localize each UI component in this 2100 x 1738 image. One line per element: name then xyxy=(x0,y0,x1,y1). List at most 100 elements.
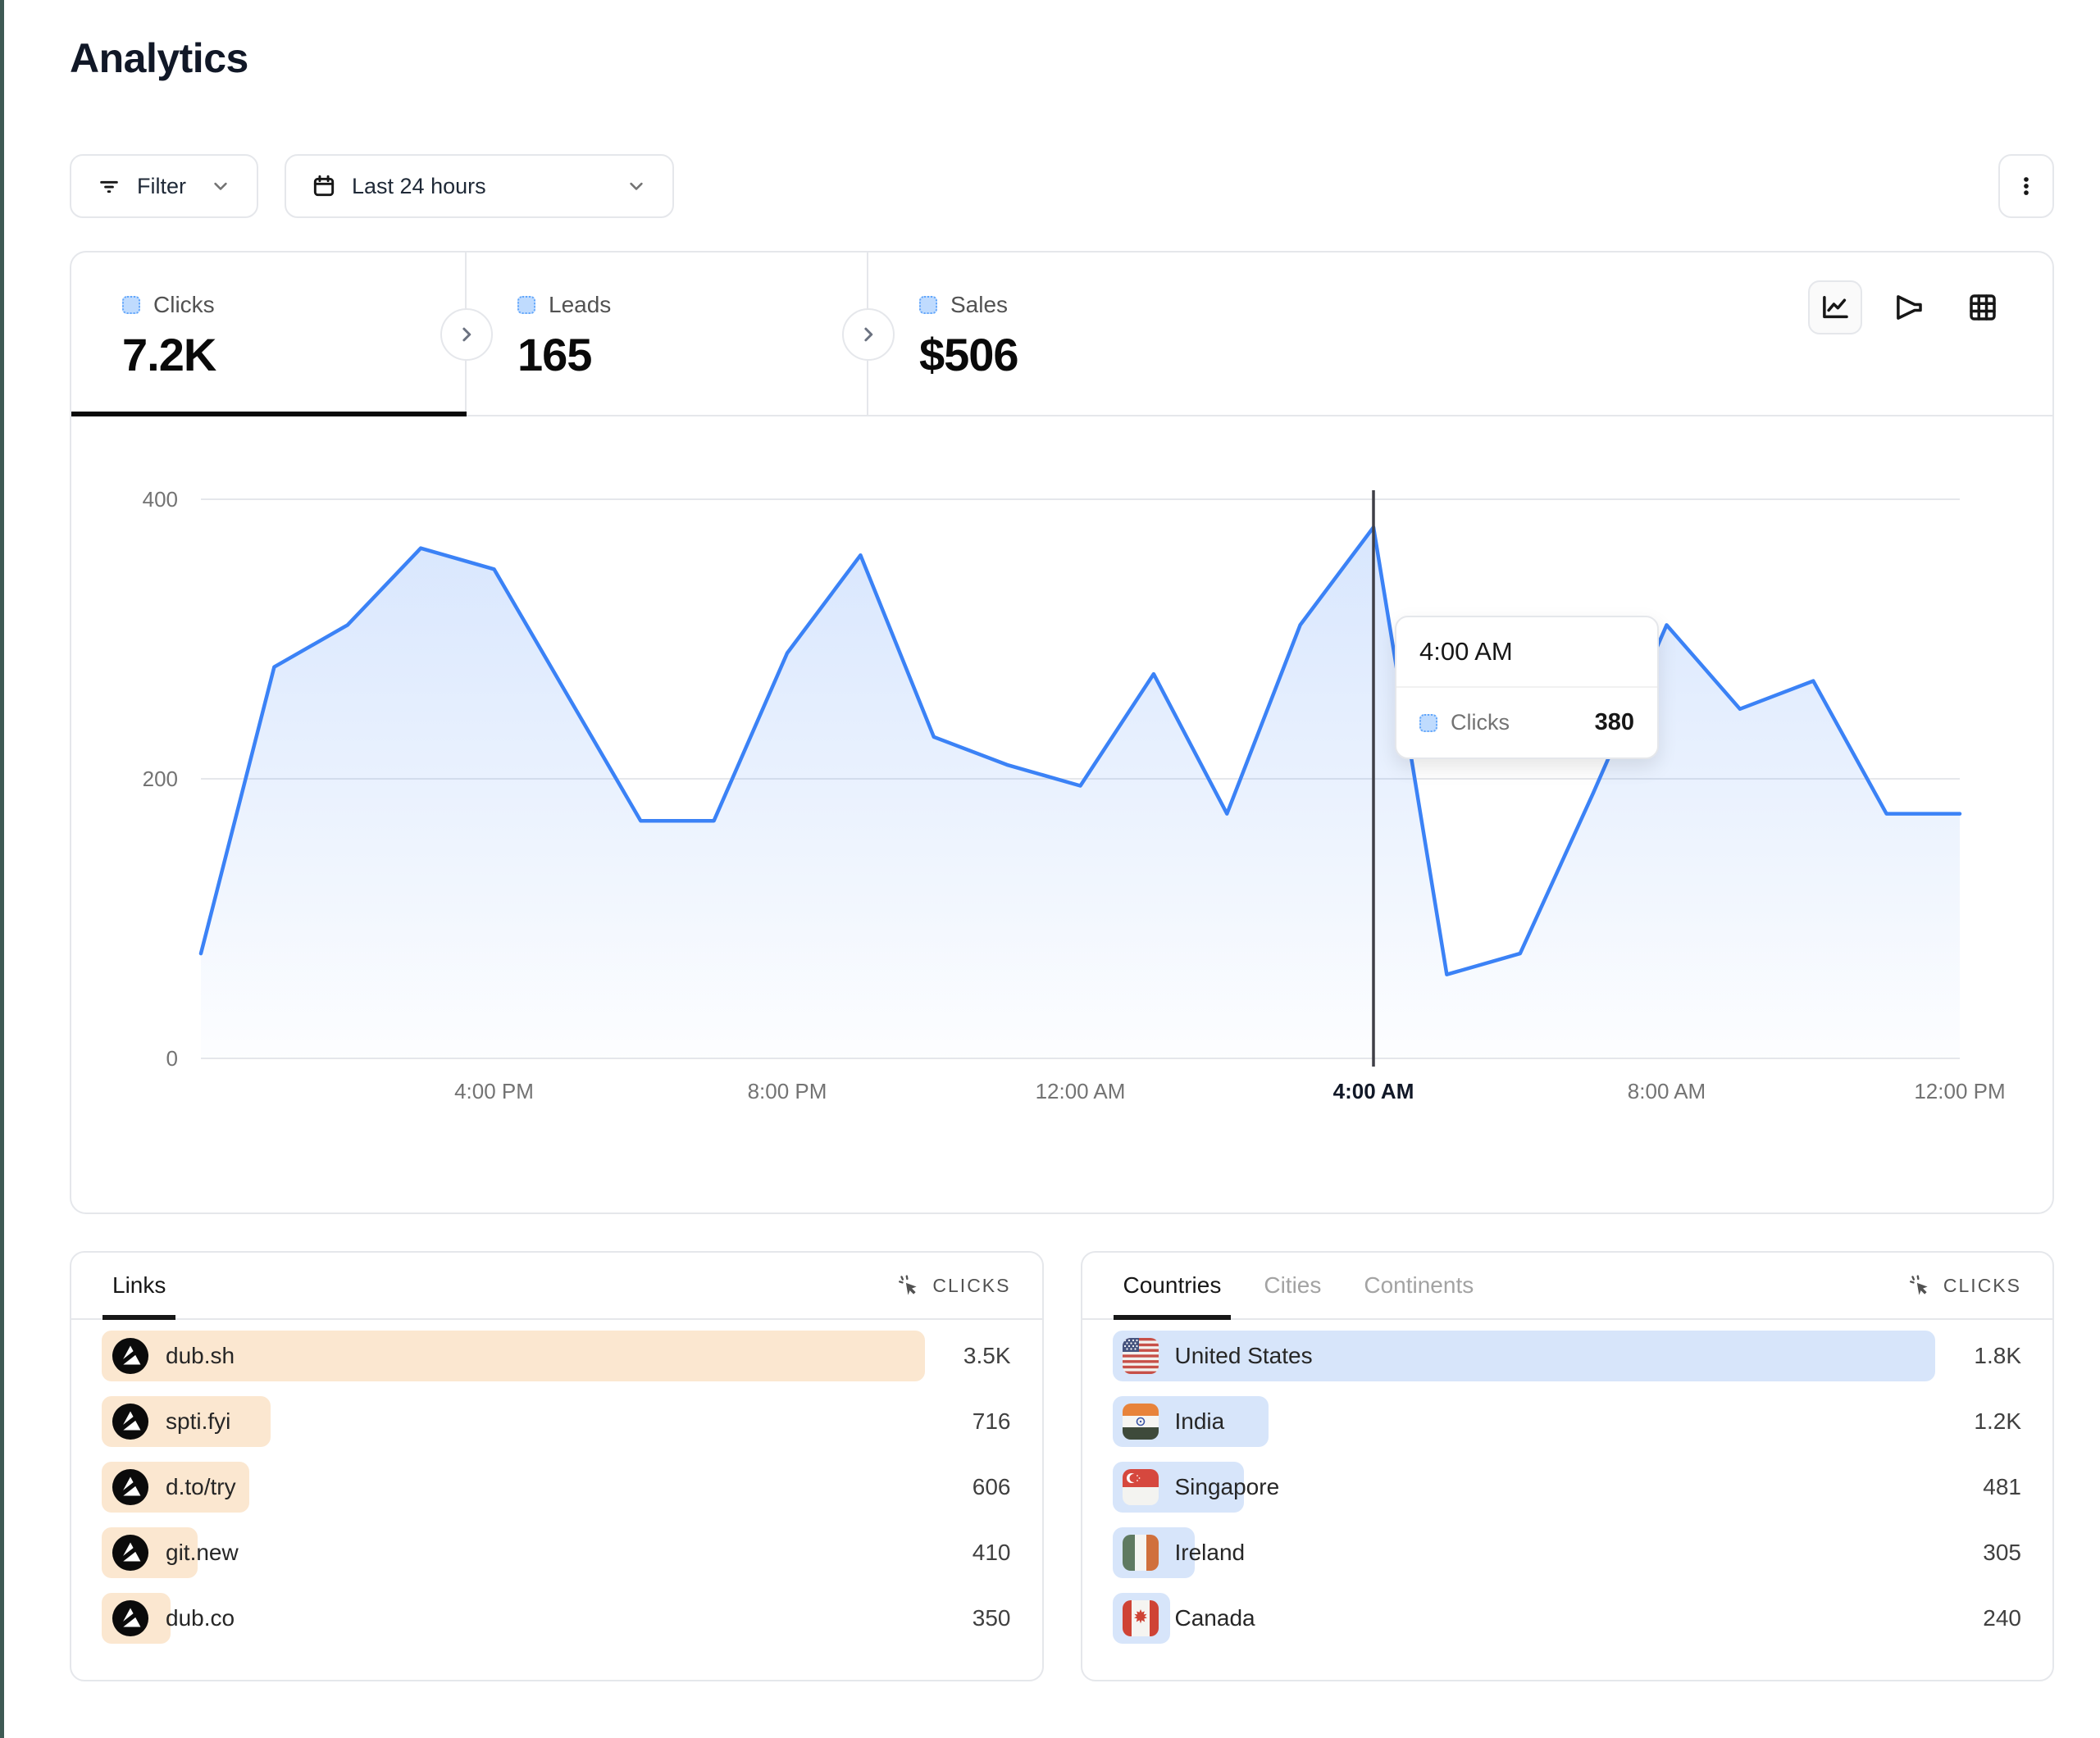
links-metric-header[interactable]: CLICKS xyxy=(896,1253,1010,1318)
country-row[interactable]: United States 1.8K xyxy=(1113,1331,2022,1381)
country-clicks-value: 481 xyxy=(1983,1474,2021,1500)
date-range-label: Last 24 hours xyxy=(352,174,486,199)
stat-legend-swatch xyxy=(122,296,140,314)
stat-legend-swatch xyxy=(919,296,937,314)
chart-tooltip: 4:00 AM Clicks 380 xyxy=(1395,616,1659,759)
link-clicks-value: 3.5K xyxy=(963,1343,1011,1369)
stat-label-text: Clicks xyxy=(153,292,215,318)
line-chart-view-button[interactable] xyxy=(1808,280,1862,334)
link-label: spti.fyi xyxy=(166,1408,230,1435)
cursor-click-icon xyxy=(1907,1273,1932,1298)
link-row[interactable]: dub.sh 3.5K xyxy=(102,1331,1011,1381)
chevron-down-icon xyxy=(625,175,648,198)
links-panel-header: Links CLICKS xyxy=(71,1253,1042,1320)
in-flag-icon xyxy=(1123,1404,1159,1440)
breakdown-panels: Links CLICKS dub.sh 3.5K spti.fyi716 d.to/t… xyxy=(70,1251,2054,1681)
us-flag-icon xyxy=(1123,1338,1159,1374)
link-row[interactable]: spti.fyi716 xyxy=(102,1396,1011,1447)
area-fill xyxy=(201,527,1960,1058)
country-row-content: Ireland xyxy=(1123,1527,1246,1578)
stat-label-text: Leads xyxy=(549,292,611,318)
link-label: git.new xyxy=(166,1540,239,1566)
dub-logo-icon xyxy=(112,1337,149,1375)
dub-logo-icon xyxy=(112,1468,149,1506)
stat-value: 7.2K xyxy=(122,328,465,381)
tab-links[interactable]: Links xyxy=(112,1253,166,1318)
country-label: Singapore xyxy=(1175,1474,1280,1500)
country-row-content: India xyxy=(1123,1396,1225,1447)
country-label: Ireland xyxy=(1175,1540,1246,1566)
tab-countries[interactable]: Countries xyxy=(1123,1253,1222,1318)
countries-rows: United States 1.8K India 1.2K Singapore 481 Ir… xyxy=(1082,1320,2053,1644)
toolbar: Filter Last 24 hours xyxy=(70,154,2054,218)
stat-tab-clicks[interactable]: Clicks 7.2K xyxy=(71,253,467,415)
clicks-legend-swatch xyxy=(1419,714,1437,732)
analytics-page: Analytics Filter Last 24 hours xyxy=(70,0,2054,1681)
date-range-button[interactable]: Last 24 hours xyxy=(285,154,674,218)
filter-button-label: Filter xyxy=(137,174,186,199)
country-label: United States xyxy=(1175,1343,1313,1369)
kebab-menu-icon xyxy=(2012,172,2040,200)
tooltip-value: 380 xyxy=(1595,709,1634,736)
dub-logo-icon xyxy=(112,1599,149,1637)
x-axis-tick: 4:00 PM xyxy=(454,1079,534,1103)
countries-panel-header: Countries Cities Continents CLICKS xyxy=(1082,1253,2053,1320)
ca-flag-icon xyxy=(1123,1600,1159,1636)
links-metric-label: CLICKS xyxy=(932,1275,1010,1297)
chevron-down-icon xyxy=(209,175,232,198)
x-axis-tick: 12:00 PM xyxy=(1914,1079,2005,1103)
tab-continents[interactable]: Continents xyxy=(1364,1253,1474,1318)
x-axis-tick: 8:00 PM xyxy=(748,1079,827,1103)
link-clicks-value: 606 xyxy=(973,1474,1011,1500)
funnel-view-button[interactable] xyxy=(1882,280,1936,334)
countries-panel: Countries Cities Continents CLICKS United … xyxy=(1081,1251,2055,1681)
link-row[interactable]: dub.co350 xyxy=(102,1593,1011,1644)
chart-view-switcher xyxy=(1808,280,2010,334)
country-row[interactable]: India 1.2K xyxy=(1113,1396,2022,1447)
y-axis-tick: 400 xyxy=(143,487,178,512)
filter-button[interactable]: Filter xyxy=(70,154,258,218)
country-clicks-value: 1.8K xyxy=(1974,1343,2021,1369)
clicks-area-chart[interactable]: 02004004:00 PM8:00 PM12:00 AM4:00 AM8:00… xyxy=(71,416,2052,1211)
y-axis-tick: 200 xyxy=(143,767,178,791)
ie-flag-icon xyxy=(1123,1535,1159,1571)
table-view-button[interactable] xyxy=(1956,280,2010,334)
analytics-chart-card: Clicks 7.2K Leads 165 Sales $506 0 200 400 4:00 … xyxy=(70,251,2054,1214)
filter-icon xyxy=(96,173,122,199)
country-row[interactable]: Canada 240 xyxy=(1113,1593,2022,1644)
country-row[interactable]: Ireland 305 xyxy=(1113,1527,2022,1578)
more-options-button[interactable] xyxy=(1998,154,2054,218)
countries-metric-label: CLICKS xyxy=(1943,1275,2021,1297)
link-clicks-value: 410 xyxy=(973,1540,1011,1566)
link-label: dub.sh xyxy=(166,1343,235,1369)
country-clicks-value: 305 xyxy=(1983,1540,2021,1566)
stats-next-button[interactable] xyxy=(440,308,493,361)
link-row-content: git.new xyxy=(112,1527,239,1578)
y-axis-tick: 0 xyxy=(166,1046,178,1071)
stat-legend-swatch xyxy=(517,296,535,314)
stat-tab-leads[interactable]: Leads 165 xyxy=(467,253,868,415)
left-accent-border xyxy=(0,0,4,1738)
countries-metric-header[interactable]: CLICKS xyxy=(1907,1253,2021,1318)
sg-flag-icon xyxy=(1123,1469,1159,1505)
country-row[interactable]: Singapore 481 xyxy=(1113,1462,2022,1513)
stat-value: 165 xyxy=(517,328,867,381)
link-row-content: dub.sh xyxy=(112,1331,235,1381)
link-row[interactable]: git.new 410 xyxy=(102,1527,1011,1578)
links-rows: dub.sh 3.5K spti.fyi716 d.to/try606 git.new 4… xyxy=(71,1320,1042,1644)
country-row-content: Singapore xyxy=(1123,1462,1280,1513)
stat-value: $506 xyxy=(919,328,2052,381)
link-row-content: dub.co xyxy=(112,1593,235,1644)
tooltip-series-label: Clicks xyxy=(1451,710,1510,735)
stats-next-button[interactable] xyxy=(842,308,895,361)
link-row[interactable]: d.to/try606 xyxy=(102,1462,1011,1513)
stat-label-text: Sales xyxy=(950,292,1008,318)
country-clicks-value: 1.2K xyxy=(1974,1408,2021,1435)
links-panel: Links CLICKS dub.sh 3.5K spti.fyi716 d.to/t… xyxy=(70,1251,1044,1681)
dub-logo-icon xyxy=(112,1403,149,1440)
country-clicks-value: 240 xyxy=(1983,1605,2021,1631)
country-row-content: Canada xyxy=(1123,1593,1255,1644)
country-row-content: United States xyxy=(1123,1331,1313,1381)
x-axis-tick: 12:00 AM xyxy=(1036,1079,1126,1103)
tab-cities[interactable]: Cities xyxy=(1264,1253,1321,1318)
